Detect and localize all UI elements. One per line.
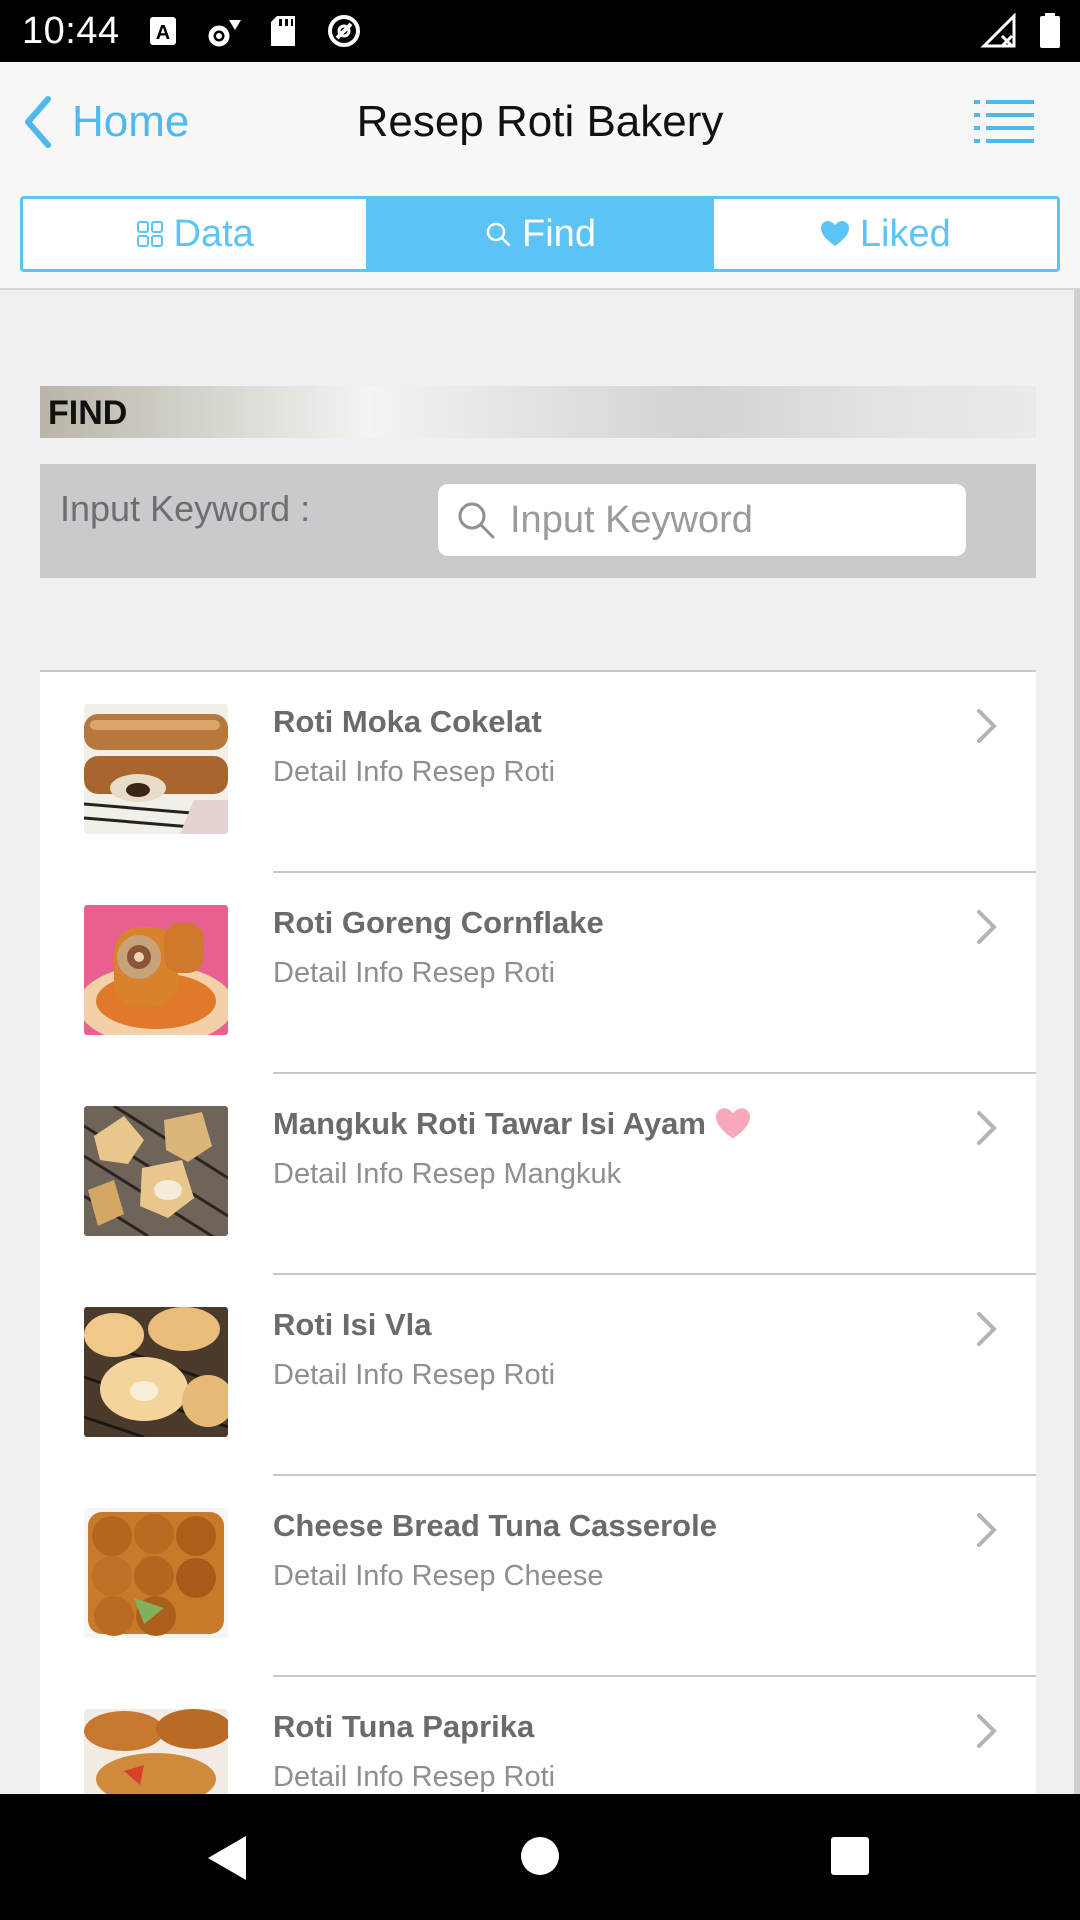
segmented-control: Data Find Liked	[20, 196, 1060, 272]
grid-icon	[136, 221, 163, 247]
tab-data[interactable]: Data	[23, 199, 369, 269]
list-item[interactable]: Roti Moka Cokelat Detail Info Resep Roti	[40, 672, 1036, 873]
list-item[interactable]: Roti Isi Vla Detail Info Resep Roti	[40, 1275, 1036, 1476]
list-item[interactable]: Roti Goreng Cornflake Detail Info Resep …	[40, 873, 1036, 1074]
recipe-list: Roti Moka Cokelat Detail Info Resep Roti	[40, 670, 1036, 1794]
list-item[interactable]: Mangkuk Roti Tawar Isi Ayam Detail Info …	[40, 1074, 1036, 1275]
search-icon	[458, 502, 495, 539]
recipe-subtitle: Detail Info Resep Roti	[273, 1359, 556, 1391]
chevron-right-icon	[977, 1312, 997, 1346]
recipe-thumbnail	[84, 704, 228, 834]
recipe-subtitle: Detail Info Resep Roti	[273, 1761, 556, 1793]
search-icon	[486, 222, 511, 247]
a-icon: A	[150, 17, 176, 45]
page-title: Resep Roti Bakery	[356, 97, 724, 146]
tab-data-label: Data	[173, 212, 254, 255]
find-header-label: FIND	[48, 394, 128, 432]
recipe-subtitle: Detail Info Resep Mangkuk	[273, 1158, 622, 1190]
recipe-title: Roti Goreng Cornflake	[273, 905, 604, 940]
recipe-subtitle: Detail Info Resep Roti	[273, 957, 556, 989]
recipe-thumbnail	[84, 1508, 228, 1638]
back-triangle-icon[interactable]	[204, 1834, 250, 1882]
search-row: Input Keyword :	[40, 464, 1036, 578]
search-box[interactable]	[438, 484, 966, 556]
liked-heart-icon	[715, 1108, 750, 1139]
search-label: Input Keyword :	[60, 488, 311, 529]
svg-text:A: A	[156, 22, 170, 44]
recipe-title: Roti Moka Cokelat	[273, 704, 542, 739]
recents-square-icon[interactable]	[830, 1836, 870, 1876]
list-item[interactable]: Roti Tuna Paprika Detail Info Resep Roti	[40, 1677, 1036, 1794]
tab-liked[interactable]: Liked	[714, 199, 1057, 269]
system-navigation-bar	[0, 1794, 1080, 1920]
chevron-right-icon	[977, 709, 997, 743]
search-input[interactable]	[510, 492, 950, 548]
recipe-thumbnail	[84, 1106, 228, 1236]
list-item[interactable]: Cheese Bread Tuna Casserole Detail Info …	[40, 1476, 1036, 1677]
status-time: 10:44	[22, 10, 120, 52]
signal-icon	[980, 12, 1016, 48]
tab-find-label: Find	[522, 212, 596, 255]
recipe-title: Roti Tuna Paprika	[273, 1709, 535, 1744]
chevron-right-icon	[977, 1111, 997, 1145]
find-section-header: FIND	[40, 386, 1036, 438]
recipe-thumbnail	[84, 1307, 228, 1437]
chevron-right-icon	[977, 1714, 997, 1748]
status-bar: 10:44 A	[0, 0, 1080, 62]
home-circle-icon[interactable]	[520, 1836, 560, 1876]
battery-icon	[1040, 13, 1060, 48]
list-menu-icon[interactable]	[974, 96, 1034, 148]
recipe-title: Roti Isi Vla	[273, 1307, 432, 1342]
settings-wifi-icon	[208, 20, 241, 47]
chevron-right-icon	[977, 910, 997, 944]
recipe-title: Mangkuk Roti Tawar Isi Ayam	[273, 1106, 752, 1142]
heart-icon	[820, 221, 849, 246]
recipe-thumbnail	[84, 905, 228, 1035]
recipe-subtitle: Detail Info Resep Cheese	[273, 1560, 604, 1592]
recipe-subtitle: Detail Info Resep Roti	[273, 756, 556, 788]
tab-find[interactable]: Find	[368, 199, 714, 269]
recipe-thumbnail	[84, 1709, 228, 1794]
content-area: FIND Input Keyword : R	[0, 290, 1080, 1794]
chevron-right-icon	[977, 1513, 997, 1547]
navigation-bar: Home Resep Roti Bakery Data Find Liked	[0, 62, 1080, 290]
tab-liked-label: Liked	[859, 212, 951, 255]
scrollbar[interactable]	[1074, 290, 1080, 1794]
sync-icon	[328, 15, 360, 47]
sd-card-icon	[271, 16, 295, 46]
recipe-title: Cheese Bread Tuna Casserole	[273, 1508, 717, 1543]
